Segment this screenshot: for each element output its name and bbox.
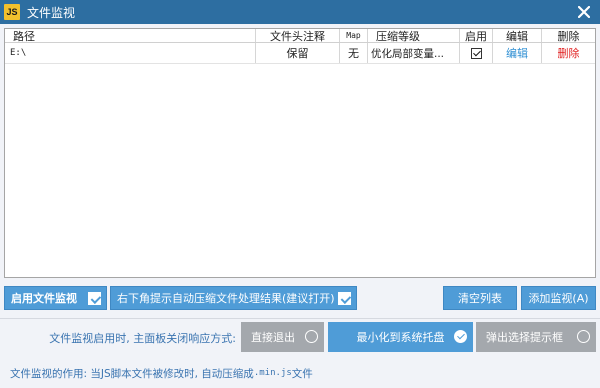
option-tray-radio-icon[interactable] (454, 330, 467, 343)
row-delete-cell: 删除 (542, 43, 595, 63)
notify-result-label: 右下角提示自动压缩文件处理结果(建议打开) (117, 292, 335, 305)
row-enable-checkbox[interactable] (470, 47, 482, 59)
column-header-map[interactable]: Map (340, 29, 368, 42)
row-map[interactable]: 无 (340, 43, 368, 63)
row-compression[interactable]: 优化局部变量... (368, 43, 460, 63)
column-header-path[interactable]: 路径 (5, 29, 256, 42)
row-header-comment[interactable]: 保留 (256, 43, 340, 63)
row-path: E:\ (5, 43, 256, 63)
edit-link[interactable]: 编辑 (506, 45, 528, 61)
option-popup-label: 弹出选择提示框 (486, 331, 563, 344)
option-exit-label: 直接退出 (251, 331, 295, 344)
enable-watch-toggle[interactable]: 启用文件监视 (4, 286, 107, 310)
divider (0, 318, 600, 319)
clear-list-label: 清空列表 (458, 292, 502, 305)
column-header-enable[interactable]: 启用 (460, 29, 493, 42)
notify-result-toggle[interactable]: 右下角提示自动压缩文件处理结果(建议打开) (110, 286, 357, 310)
row-enable-cell (460, 43, 493, 63)
row-edit-cell: 编辑 (493, 43, 542, 63)
option-exit-radio-icon[interactable] (305, 330, 318, 343)
close-behavior-label: 文件监视启用时, 主面板关闭响应方式: (49, 332, 236, 345)
window-title: 文件监视 (27, 5, 76, 20)
footer-suffix: 文件 (291, 367, 313, 380)
watch-table: 路径 文件头注释 Map 压缩等级 启用 编辑 删除 E:\ 保留 无 优化局部… (4, 28, 596, 278)
footer-ext: .min.js (253, 368, 292, 378)
add-watch-label: 添加监视(A) (528, 292, 589, 305)
title-bar: JS 文件监视 (0, 0, 600, 24)
close-icon[interactable] (574, 2, 594, 22)
column-header-edit[interactable]: 编辑 (493, 29, 542, 42)
footer-prefix: 文件监视的作用: 当JS脚本文件被修改时, 自动压缩成 (10, 367, 254, 380)
table-row[interactable]: E:\ 保留 无 优化局部变量... 编辑 删除 (5, 43, 595, 64)
clear-list-button[interactable]: 清空列表 (443, 286, 517, 310)
notify-result-checkbox[interactable] (338, 292, 351, 305)
table-header: 路径 文件头注释 Map 压缩等级 启用 编辑 删除 (5, 29, 595, 43)
option-minimize-to-tray[interactable]: 最小化到系统托盘 (328, 322, 473, 352)
column-header-comment[interactable]: 文件头注释 (256, 29, 340, 42)
delete-link[interactable]: 删除 (558, 45, 580, 61)
add-watch-button[interactable]: 添加监视(A) (521, 286, 596, 310)
option-exit-directly[interactable]: 直接退出 (241, 322, 324, 352)
enable-watch-label: 启用文件监视 (11, 292, 77, 305)
option-tray-label: 最小化到系统托盘 (356, 331, 445, 344)
footer-note: 文件监视的作用: 当JS脚本文件被修改时, 自动压缩成 .min.js 文件 (10, 365, 313, 381)
enable-watch-checkbox[interactable] (88, 292, 101, 305)
app-js-icon: JS (4, 4, 20, 20)
column-header-compression[interactable]: 压缩等级 (368, 29, 460, 42)
column-header-delete[interactable]: 删除 (542, 29, 595, 43)
option-popup-prompt[interactable]: 弹出选择提示框 (476, 322, 596, 352)
option-popup-radio-icon[interactable] (577, 330, 590, 343)
